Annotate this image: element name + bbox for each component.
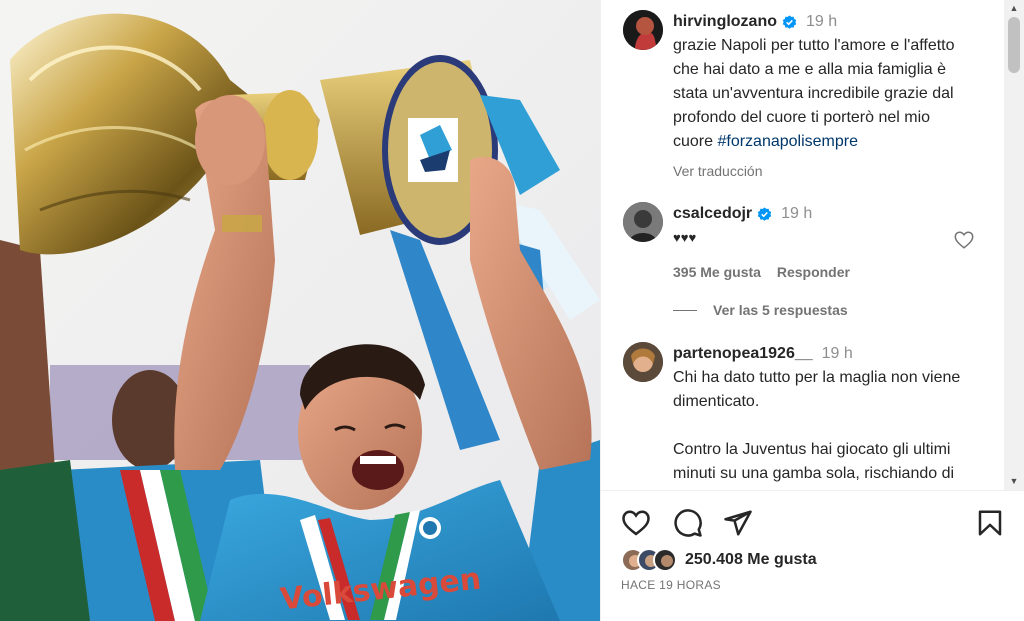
heart-icon[interactable]: [953, 229, 975, 251]
hashtag-link[interactable]: #forzanapolisempre: [717, 133, 858, 150]
share-icon[interactable]: [723, 508, 753, 538]
avatar: [653, 548, 677, 572]
comment-username[interactable]: csalcedojr: [673, 205, 752, 223]
comment-username[interactable]: partenopea1926__: [673, 345, 813, 363]
divider: [673, 309, 697, 311]
translate-link[interactable]: Ver traducción: [673, 163, 973, 179]
post-photo[interactable]: Volkswagen: [0, 0, 600, 621]
comment-likes[interactable]: 395 Me gusta: [673, 264, 761, 280]
bookmark-icon[interactable]: [975, 508, 1005, 538]
avatar[interactable]: [623, 202, 663, 242]
posted-time[interactable]: HACE 19 HORAS: [621, 578, 721, 592]
likes-summary[interactable]: 250.408 Me gusta: [621, 548, 817, 572]
post-actions: 250.408 Me gusta HACE 19 HORAS: [601, 490, 1024, 621]
scroll-thumb[interactable]: [1008, 17, 1020, 73]
heart-icon[interactable]: [621, 508, 651, 538]
scroll-down-arrow-icon[interactable]: ▼: [1004, 473, 1024, 490]
caption-text: grazie Napoli per tutto l'amore e l'affe…: [673, 34, 973, 154]
reply-button[interactable]: Responder: [777, 264, 850, 280]
comment-time[interactable]: 19 h: [781, 205, 812, 223]
comment-icon[interactable]: [673, 508, 703, 538]
post-time[interactable]: 19 h: [806, 13, 837, 31]
verified-badge-icon: [757, 206, 772, 221]
avatar[interactable]: [623, 342, 663, 382]
post-username[interactable]: hirvinglozano: [673, 13, 777, 31]
avatar[interactable]: [623, 10, 663, 50]
comment-text: ♥♥♥: [673, 230, 697, 245]
scroll-up-arrow-icon[interactable]: ▲: [1004, 0, 1024, 17]
post-side-panel: hirvinglozano 19 h grazie Napoli per tut…: [600, 0, 1024, 621]
comment-time[interactable]: 19 h: [822, 345, 853, 363]
post-image: [0, 0, 600, 621]
comments-list[interactable]: hirvinglozano 19 h grazie Napoli per tut…: [601, 0, 1005, 490]
likes-count[interactable]: 250.408 Me gusta: [685, 551, 817, 569]
view-replies-button[interactable]: Ver las 5 respuestas: [673, 302, 848, 318]
comment-text: Chi ha dato tutto per la maglia non vien…: [673, 369, 961, 490]
view-replies-label: Ver las 5 respuestas: [713, 302, 848, 318]
verified-badge-icon: [782, 14, 797, 29]
comments-scrollbar[interactable]: ▲ ▼: [1004, 0, 1024, 490]
